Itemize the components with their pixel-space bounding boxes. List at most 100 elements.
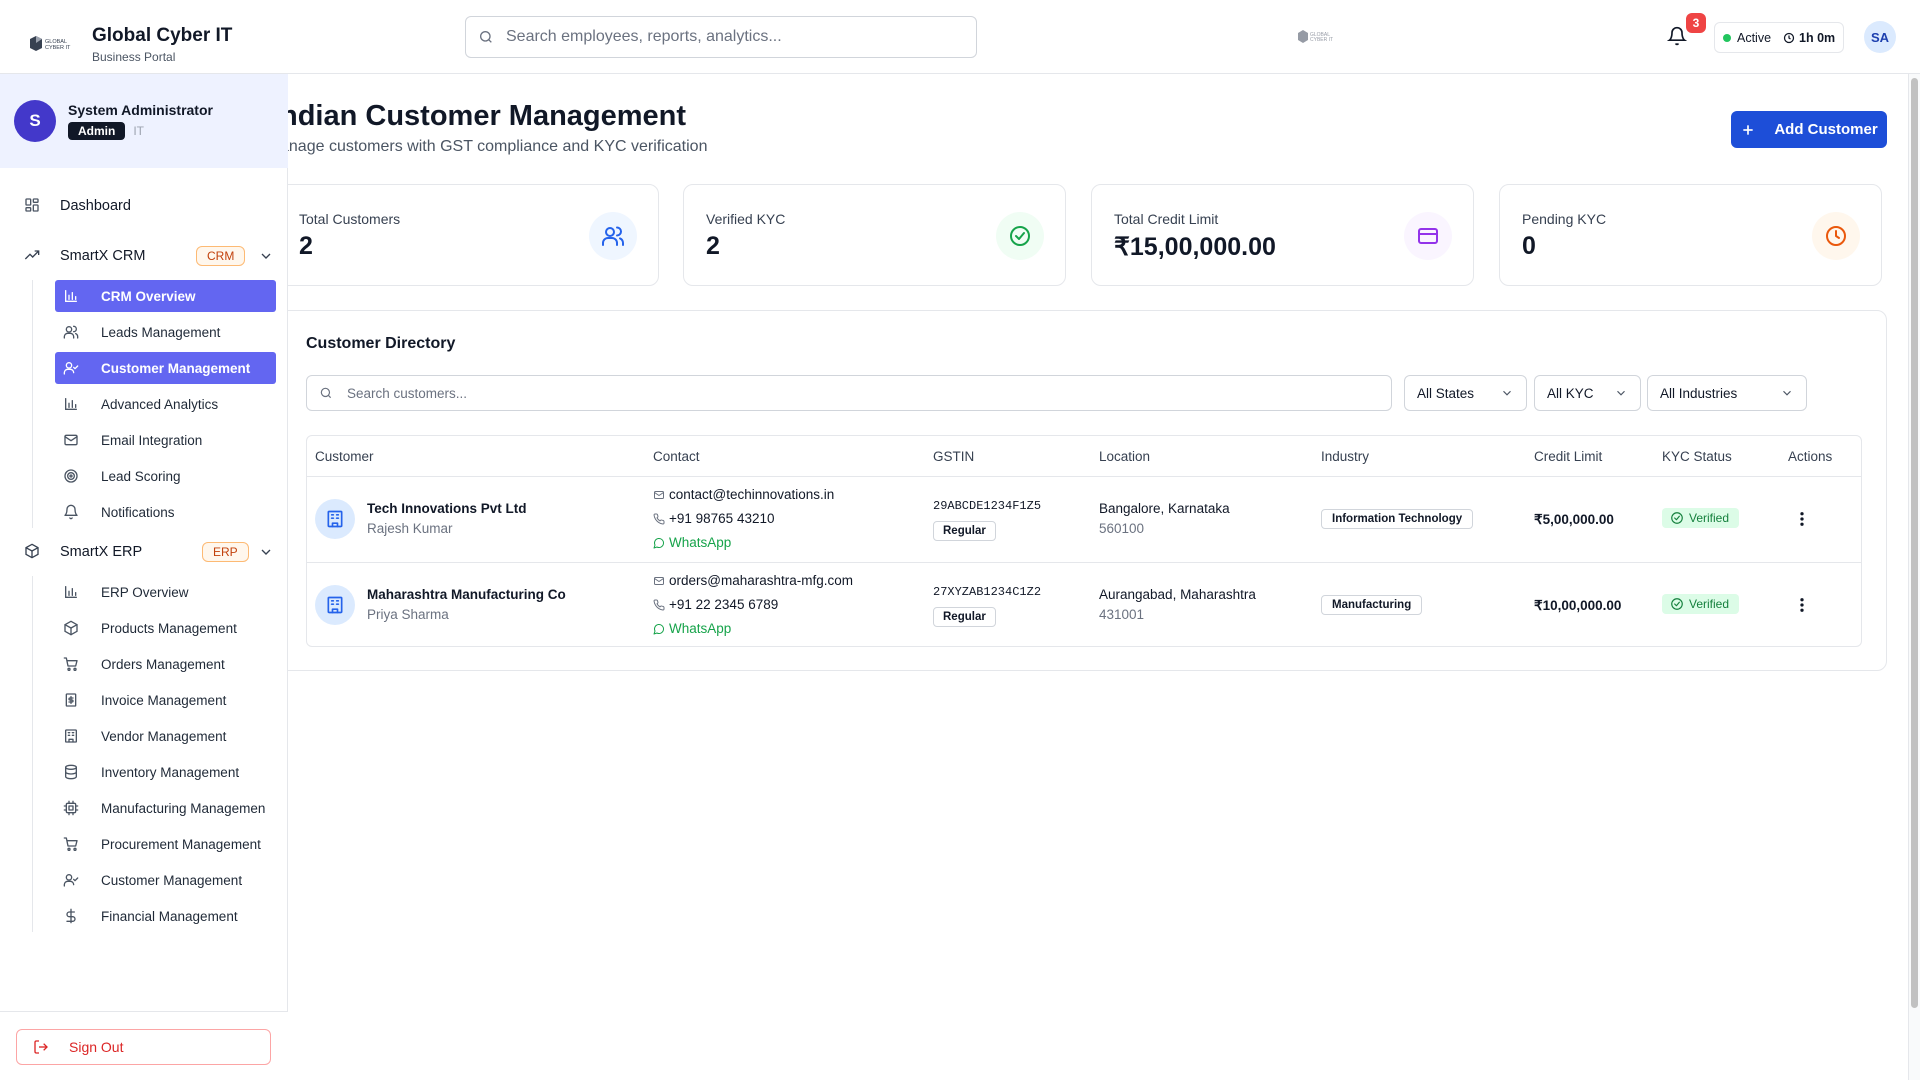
credit-card-icon [1416,224,1440,248]
add-customer-button[interactable]: Add Customer [1731,111,1887,148]
receipt-icon [63,692,79,708]
stat-card-total-customers: Total Customers 2 [288,184,659,286]
sidebar-item-manufacturing-managemen[interactable]: Manufacturing Managemen [55,792,276,824]
sign-out-label: Sign Out [69,1039,124,1055]
chevron-down-icon[interactable] [258,248,276,266]
add-customer-label: Add Customer [1774,121,1878,138]
state-filter[interactable]: All States [1404,375,1527,411]
sidebar-item-label: CRM Overview [101,288,196,304]
global-search[interactable] [465,16,977,58]
sidebar-item-label: Leads Management [101,324,221,340]
user-avatar[interactable]: SA [1864,21,1896,53]
kyc-filter[interactable]: All KYC [1534,375,1641,411]
sidebar-item-customer-management[interactable]: Customer Management [55,352,276,384]
svg-text:CYBER IT: CYBER IT [1310,37,1333,43]
chevron-down-icon [1614,386,1628,400]
whatsapp-text: WhatsApp [669,621,732,636]
table-row[interactable]: Tech Innovations Pvt Ltd Rajesh Kumar cont… [307,477,1861,562]
chevron-down-icon[interactable] [258,544,276,562]
stat-card-verified-kyc: Verified KYC 2 [683,184,1066,286]
stat-value: 2 [706,232,720,260]
sidebar: S System Administrator Admin IT Dashboar… [0,74,288,1080]
customer-name[interactable]: Tech Innovations Pvt Ltd [367,501,527,516]
customer-email[interactable]: orders@maharashtra-mfg.com [653,573,853,588]
sidebar-group-erp[interactable]: SmartX ERP ERP [0,532,288,572]
user-check-icon [63,872,79,888]
bar-chart-icon [63,584,79,600]
customer-phone[interactable]: +91 98765 43210 [653,511,774,526]
top-bar: GLOBAL CYBER IT Global Cyber IT Business … [0,0,1920,74]
main-content: ndian Customer Management anage customer… [288,74,1908,1080]
sidebar-item-customer-management[interactable]: Customer Management [55,864,276,896]
brand-name: Global Cyber IT [92,25,233,46]
bar-chart-icon [63,288,79,304]
avatar: S [14,100,56,142]
global-search-input[interactable] [506,28,946,46]
column-header: KYC Status [1662,449,1732,464]
logout-icon [33,1039,49,1055]
customer-search-input[interactable] [347,385,1347,401]
sidebar-item-lead-scoring[interactable]: Lead Scoring [55,460,276,492]
credit-limit: ₹5,00,000.00 [1534,512,1614,527]
customer-search[interactable] [306,375,1392,411]
sidebar-item-leads-management[interactable]: Leads Management [55,316,276,348]
sidebar-item-email-integration[interactable]: Email Integration [55,424,276,456]
sidebar-item-inventory-management[interactable]: Inventory Management [55,756,276,788]
sidebar-item-label: Invoice Management [101,692,227,708]
sidebar-group-label: SmartX CRM [60,248,146,264]
building-icon [325,595,345,615]
customer-name[interactable]: Maharashtra Manufacturing Co [367,587,566,602]
check-circle-icon [1670,597,1684,611]
state-filter-value: All States [1417,385,1475,401]
sidebar-item-crm-overview[interactable]: CRM Overview [55,280,276,312]
stat-value: 0 [1522,232,1536,260]
brand-subtitle: Business Portal [92,50,176,64]
department-label: IT [133,124,145,138]
session-status: Active 1h 0m [1714,22,1845,53]
scrollbar-thumb[interactable] [1911,78,1918,1008]
customer-phone[interactable]: +91 22 2345 6789 [653,597,778,612]
whatsapp-link[interactable]: WhatsApp [653,621,731,636]
sidebar-item-vendor-management[interactable]: Vendor Management [55,720,276,752]
stat-icon-wrap [996,212,1044,260]
sidebar-item-label: ERP Overview [101,584,189,600]
brand[interactable]: GLOBAL CYBER IT Global Cyber IT Business … [28,24,232,64]
sidebar-item-products-management[interactable]: Products Management [55,612,276,644]
sidebar-item-invoice-management[interactable]: Invoice Management [55,684,276,716]
sidebar-item-procurement-management[interactable]: Procurement Management [55,828,276,860]
stat-value: 2 [299,232,313,260]
cpu-icon [63,800,79,816]
sign-out-button[interactable]: Sign Out [16,1029,271,1065]
phone-text: +91 98765 43210 [669,511,775,526]
sidebar-item-notifications[interactable]: Notifications [55,496,276,528]
location-pin: 431001 [1099,607,1145,622]
sidebar-item-financial-management[interactable]: Financial Management [55,900,276,932]
sidebar-item-orders-management[interactable]: Orders Management [55,648,276,680]
whatsapp-link[interactable]: WhatsApp [653,535,731,550]
sidebar-item-advanced-analytics[interactable]: Advanced Analytics [55,388,276,420]
sidebar-item-label: Dashboard [60,198,131,214]
sidebar-item-erp-overview[interactable]: ERP Overview [55,576,276,608]
chevron-down-icon [1780,386,1794,400]
customer-email[interactable]: contact@techinnovations.in [653,487,834,502]
page-scrollbar[interactable] [1908,74,1920,1080]
mail-icon [653,489,665,501]
profile-name: System Administrator [68,102,213,118]
page-subtitle: anage customers with GST compliance and … [288,138,708,155]
row-actions-button[interactable] [1792,595,1812,615]
industry-filter[interactable]: All Industries [1647,375,1807,411]
sidebar-item-dashboard[interactable]: Dashboard [0,186,288,226]
contact-person: Rajesh Kumar [367,521,453,536]
location-city: Aurangabad, Maharashtra [1099,587,1256,602]
global-cyber-it-logo: GLOBAL CYBER IT [28,33,76,55]
sidebar-group-crm[interactable]: SmartX CRM CRM [0,236,288,276]
row-actions-button[interactable] [1792,509,1812,529]
cart-icon [63,656,79,672]
table-row[interactable]: Maharashtra Manufacturing Co Priya Sharma… [307,562,1861,647]
svg-text:CYBER IT: CYBER IT [45,45,71,51]
check-circle-icon [1008,224,1032,248]
industry-badge: Information Technology [1321,509,1474,529]
status-dot [1723,33,1731,42]
erp-submenu: ERP Overview Products Management Orders Ma… [32,576,288,932]
location-pin: 560100 [1099,521,1145,536]
